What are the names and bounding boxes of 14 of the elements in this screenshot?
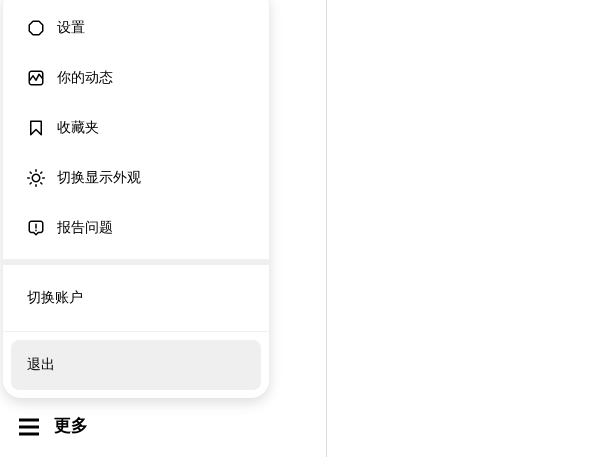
menu-item[interactable]: 退出 bbox=[11, 340, 261, 390]
report-icon bbox=[27, 219, 45, 237]
activity-icon bbox=[27, 69, 45, 87]
menu-item[interactable]: 切换显示外观 bbox=[3, 153, 269, 203]
menu-item[interactable]: 收藏夹 bbox=[3, 103, 269, 153]
bookmark-icon bbox=[27, 119, 45, 137]
sun-icon bbox=[27, 169, 45, 187]
menu-item[interactable]: 你的动态 bbox=[3, 53, 269, 103]
menu-item[interactable]: 设置 bbox=[3, 3, 269, 53]
menu-item[interactable]: 切换账户 bbox=[11, 273, 261, 323]
more-button[interactable]: 更多 bbox=[14, 410, 92, 444]
settings-icon bbox=[27, 19, 45, 37]
menu-item[interactable]: 报告问题 bbox=[3, 203, 269, 253]
menu-icon bbox=[18, 418, 40, 436]
